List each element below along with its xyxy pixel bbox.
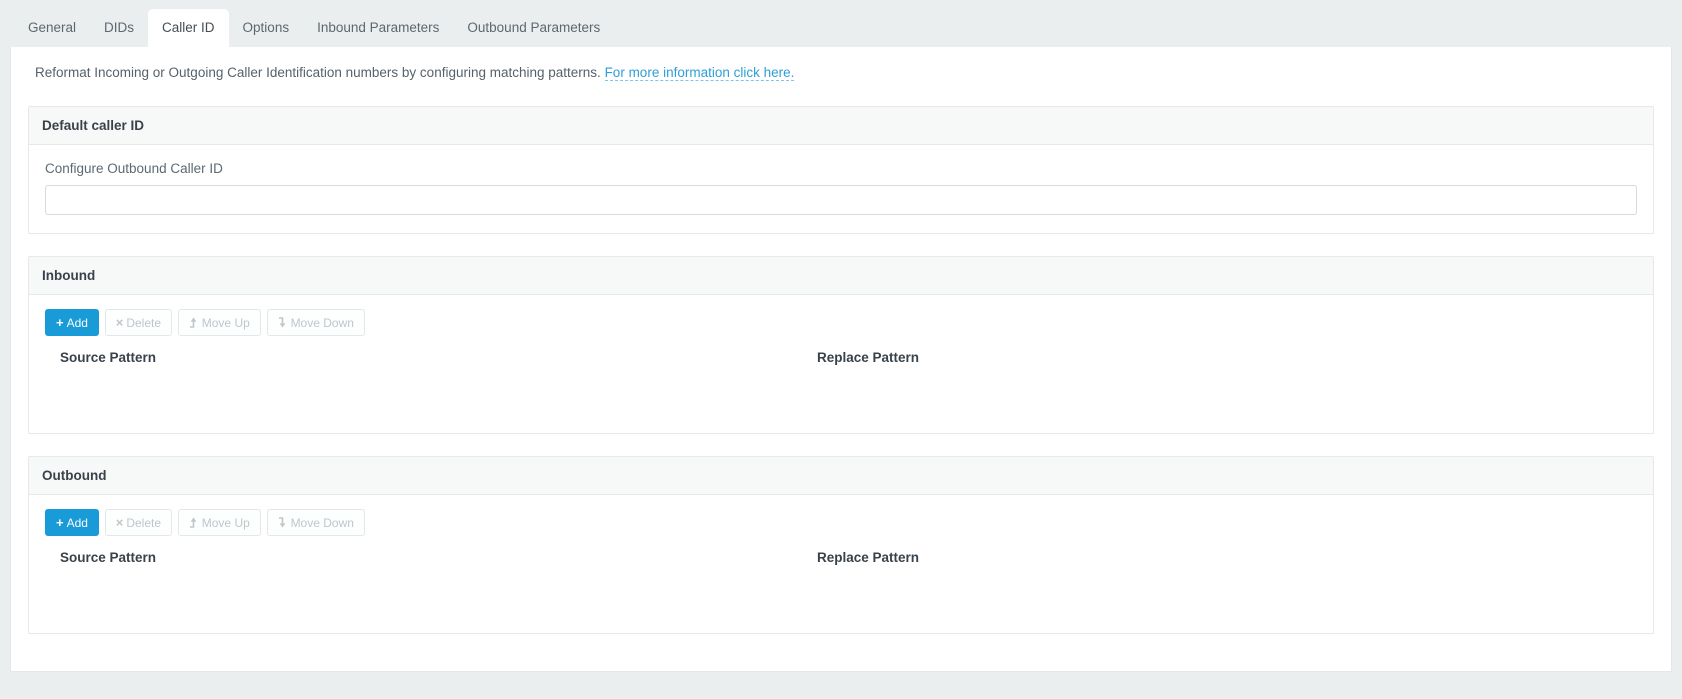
inbound-move-up-button[interactable]: Move Up <box>178 309 261 336</box>
outbound-add-button[interactable]: + Add <box>45 509 99 536</box>
default-caller-id-title: Default caller ID <box>29 107 1653 145</box>
configure-outbound-caller-id-label: Configure Outbound Caller ID <box>45 161 1637 176</box>
level-up-arrow-icon <box>189 517 199 528</box>
more-information-link[interactable]: For more information click here. <box>605 65 795 81</box>
outbound-move-down-button[interactable]: Move Down <box>267 509 365 536</box>
outbound-toolbar: + Add × Delete Move Up Mov <box>45 509 1637 536</box>
outbound-section-title: Outbound <box>29 457 1653 495</box>
outbound-delete-button[interactable]: × Delete <box>105 509 172 536</box>
level-up-arrow-icon <box>189 317 199 328</box>
inbound-source-pattern-header: Source Pattern <box>60 350 817 365</box>
outbound-source-pattern-header: Source Pattern <box>60 550 817 565</box>
outbound-replace-pattern-header: Replace Pattern <box>817 550 1637 565</box>
default-caller-id-section: Default caller ID Configure Outbound Cal… <box>28 106 1654 234</box>
description-text: Reformat Incoming or Outgoing Caller Ide… <box>35 65 601 80</box>
inbound-add-button[interactable]: + Add <box>45 309 99 336</box>
outbound-table-empty-area <box>45 565 1637 615</box>
outbound-table-header: Source Pattern Replace Pattern <box>45 550 1637 565</box>
caller-id-tab-panel: Reformat Incoming or Outgoing Caller Ide… <box>10 47 1672 672</box>
outbound-section: Outbound + Add × Delete Move Up <box>28 456 1654 634</box>
level-down-arrow-icon <box>278 517 288 528</box>
inbound-toolbar: + Add × Delete Move Up Mov <box>45 309 1637 336</box>
x-icon: × <box>116 516 124 529</box>
inbound-section-title: Inbound <box>29 257 1653 295</box>
tab-inbound-parameters[interactable]: Inbound Parameters <box>303 9 453 47</box>
inbound-move-down-button[interactable]: Move Down <box>267 309 365 336</box>
inbound-replace-pattern-header: Replace Pattern <box>817 350 1637 365</box>
inbound-section: Inbound + Add × Delete Move Up <box>28 256 1654 434</box>
tab-caller-id[interactable]: Caller ID <box>148 9 229 47</box>
page-description: Reformat Incoming or Outgoing Caller Ide… <box>28 47 1654 106</box>
tab-general[interactable]: General <box>14 9 90 47</box>
outbound-move-up-button[interactable]: Move Up <box>178 509 261 536</box>
plus-icon: + <box>56 316 64 329</box>
inbound-table-header: Source Pattern Replace Pattern <box>45 350 1637 365</box>
tab-bar: General DIDs Caller ID Options Inbound P… <box>0 0 1682 47</box>
inbound-table-empty-area <box>45 365 1637 415</box>
tab-options[interactable]: Options <box>229 9 304 47</box>
plus-icon: + <box>56 516 64 529</box>
x-icon: × <box>116 316 124 329</box>
tab-dids[interactable]: DIDs <box>90 9 148 47</box>
outbound-caller-id-input[interactable] <box>45 185 1637 215</box>
tab-outbound-parameters[interactable]: Outbound Parameters <box>453 9 614 47</box>
level-down-arrow-icon <box>278 317 288 328</box>
inbound-delete-button[interactable]: × Delete <box>105 309 172 336</box>
